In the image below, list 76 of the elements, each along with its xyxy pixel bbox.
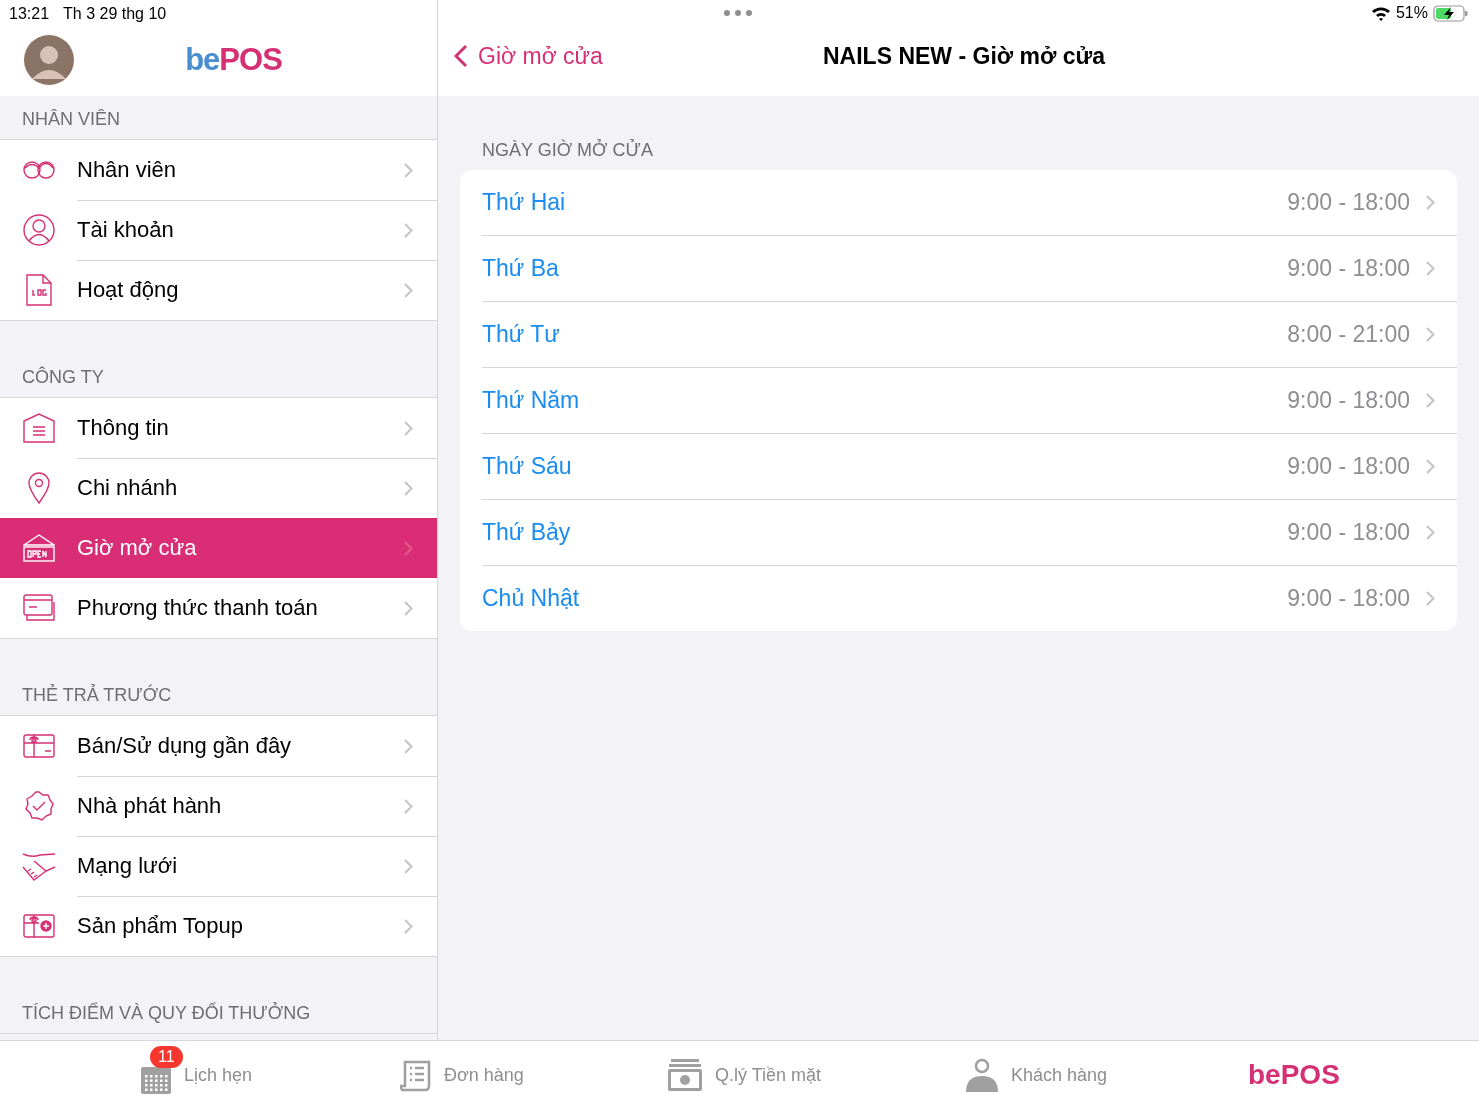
credit-card-icon [22, 594, 55, 622]
tab-item[interactable]: Q.lý Tiền mặt [667, 1040, 965, 1109]
chevron-icon [404, 282, 413, 298]
verified-badge-icon [22, 790, 55, 822]
chevron-icon [404, 858, 413, 874]
app-logo: bePOS [184, 42, 283, 78]
sidebar-item[interactable]: Giờ mở cửa [0, 518, 437, 578]
section-header: TÍCH ĐIỂM VÀ QUY ĐỔI THƯỞNG [0, 957, 437, 1034]
tab-item[interactable]: Đơn hàng [400, 1040, 667, 1109]
sidebar-item[interactable]: Thông tin [0, 398, 437, 458]
open-sign-icon [22, 533, 55, 563]
chevron-icon[interactable] [1426, 195, 1435, 210]
gift-card-plus-icon [22, 914, 55, 938]
opening-hours: 9:00 - 18:00 [1287, 255, 1410, 282]
chevron-icon [404, 480, 413, 496]
chevron-icon[interactable] [1426, 525, 1435, 540]
gift-card-icon [22, 734, 55, 758]
sidebar-item[interactable]: Nhân viên [0, 140, 437, 200]
back-button[interactable]: Giờ mở cửa [454, 42, 603, 70]
battery-charging-icon [1433, 4, 1469, 22]
battery-percentage: 51% [1395, 4, 1428, 22]
chevron-icon [404, 600, 413, 616]
sidebar-item[interactable]: Tài khoản [0, 200, 437, 260]
back-chevron-icon [454, 44, 468, 68]
opening-hours: 9:00 - 18:00 [1287, 387, 1410, 414]
sidebar-item[interactable]: Nhà phát hành [0, 776, 437, 836]
day-link[interactable]: Thứ Năm [482, 387, 1288, 414]
chevron-icon[interactable] [1426, 393, 1435, 408]
chevron-icon [404, 420, 413, 436]
chevron-icon[interactable] [1426, 591, 1435, 606]
status-date: Th 3 29 thg 10 [63, 5, 167, 24]
opening-hours: 9:00 - 18:00 [1287, 519, 1410, 546]
status-time: 13:21 [9, 5, 50, 24]
sidebar-item[interactable]: Mạng lưới [0, 836, 437, 896]
tab-item[interactable]: bePOS [1248, 1040, 1340, 1109]
day-link[interactable]: Thứ Tư [482, 321, 1288, 348]
sidebar-item[interactable]: Chi nhánh [0, 458, 437, 518]
sidebar-item[interactable]: Phương thức thanh toán [0, 578, 437, 638]
opening-hours: 9:00 - 18:00 [1287, 585, 1410, 612]
opening-hours: 8:00 - 21:00 [1287, 321, 1410, 348]
chevron-icon [404, 162, 413, 178]
log-file-icon [25, 274, 52, 306]
sidebar-item[interactable]: Sản phẩm Topup [0, 896, 437, 956]
chevron-icon[interactable] [1426, 261, 1435, 276]
wifi-icon [1370, 5, 1391, 21]
chevron-icon [404, 540, 413, 556]
notification-badge: 11 [150, 1046, 183, 1068]
day-link[interactable]: Chủ Nhật [482, 585, 1288, 612]
avatar-placeholder[interactable] [24, 35, 74, 85]
chevron-icon [404, 738, 413, 754]
tab-item[interactable]: 11 Lịch hẹn [140, 1040, 400, 1109]
person-icon [965, 1058, 999, 1092]
document-icon [22, 413, 55, 443]
calendar-icon [140, 1064, 172, 1094]
cash-icon [667, 1058, 703, 1092]
user-icon [22, 214, 55, 246]
tab-item[interactable]: Khách hàng [965, 1040, 1248, 1109]
receipt-icon [400, 1058, 432, 1092]
sidebar-item[interactable]: Hoạt động [0, 260, 437, 320]
chevron-icon [404, 918, 413, 934]
sidebar-item[interactable]: Bán/Sử dụng gần đây [0, 716, 437, 776]
page-title: NAILS NEW - Giờ mở cửa [823, 42, 1105, 70]
day-link[interactable]: Thứ Ba [482, 255, 1288, 282]
day-link[interactable]: Thứ Sáu [482, 453, 1288, 480]
opening-hours: 9:00 - 18:00 [1287, 453, 1410, 480]
chevron-icon [404, 222, 413, 238]
chevron-icon[interactable] [1426, 327, 1435, 342]
opening-hours: 9:00 - 18:00 [1287, 189, 1410, 216]
day-link[interactable]: Thứ Hai [482, 189, 1288, 216]
multitasking-dots-icon[interactable] [723, 9, 753, 17]
handshake-icon [21, 851, 56, 881]
chevron-icon[interactable] [1426, 459, 1435, 474]
section-header: NGÀY GIỜ MỞ CỬA [481, 140, 654, 162]
location-pin-icon [27, 472, 50, 504]
chevron-icon [404, 798, 413, 814]
day-link[interactable]: Thứ Bảy [482, 519, 1288, 546]
